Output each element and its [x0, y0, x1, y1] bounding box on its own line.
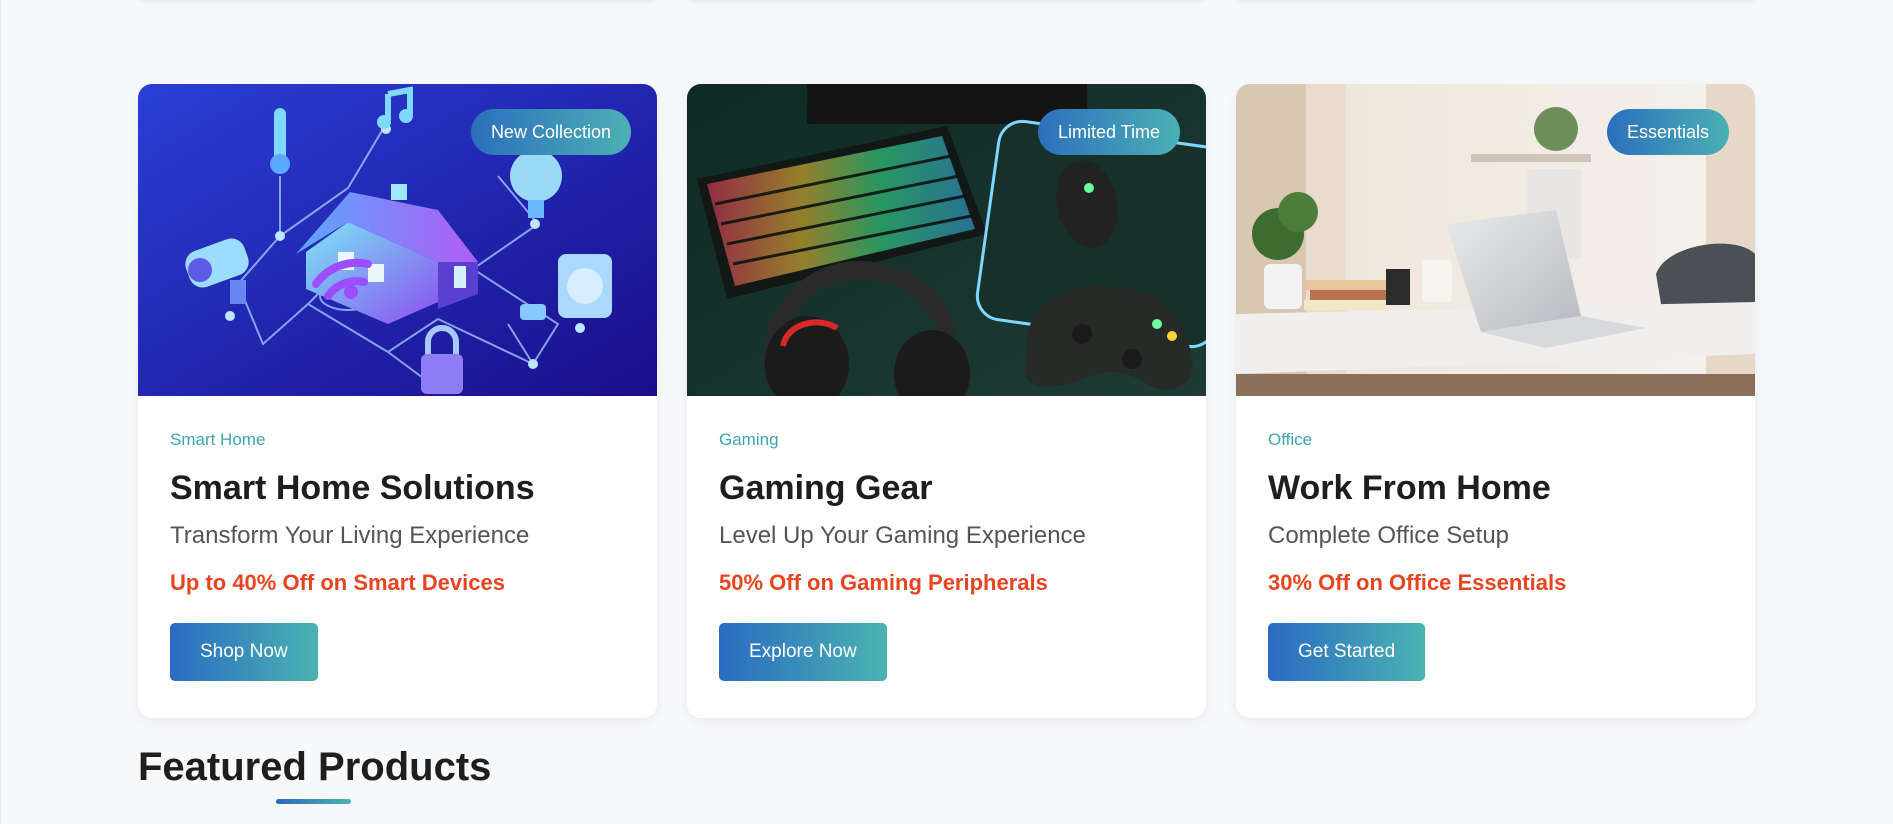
card-title[interactable]: Smart Home Solutions	[170, 468, 625, 508]
promo-card-grid: New Collection Smart Home Smart Home Sol…	[138, 84, 1757, 718]
card-offer: 50% Off on Gaming Peripherals	[719, 570, 1048, 595]
page-left-border	[0, 0, 1, 824]
card-subtitle: Level Up Your Gaming Experience	[719, 522, 1086, 549]
gaming-setup-photo[interactable]: Limited Time	[687, 84, 1206, 396]
card-offer: 30% Off on Office Essentials	[1268, 570, 1567, 595]
badge-limited-time: Limited Time	[1037, 109, 1180, 155]
explore-now-button[interactable]: Explore Now	[719, 623, 887, 681]
shop-now-button[interactable]: Shop Now	[170, 623, 318, 681]
card-body: Gaming Gaming Gear Level Up Your Gaming …	[687, 396, 1206, 713]
card-subtitle: Transform Your Living Experience	[170, 522, 530, 549]
badge-essentials: Essentials	[1606, 109, 1729, 155]
card-subtitle: Complete Office Setup	[1268, 522, 1510, 549]
home-office-photo[interactable]: Essentials	[1236, 84, 1755, 396]
promo-card-office[interactable]: Essentials Office Work From Home Complet…	[1236, 84, 1755, 718]
promo-section: New Collection Smart Home Smart Home Sol…	[138, 84, 1757, 718]
smart-home-illustration[interactable]: New Collection	[138, 84, 657, 396]
card-offer: Up to 40% Off on Smart Devices	[170, 570, 505, 595]
section-title-underline	[276, 799, 351, 804]
promo-card-smart-home[interactable]: New Collection Smart Home Smart Home Sol…	[138, 84, 657, 718]
get-started-button[interactable]: Get Started	[1268, 623, 1426, 681]
card-category: Office	[1268, 430, 1313, 449]
badge-new-collection: New Collection	[470, 109, 631, 155]
featured-products-heading: Featured Products	[138, 745, 492, 789]
card-category: Smart Home	[170, 430, 266, 449]
card-title[interactable]: Gaming Gear	[719, 468, 1174, 508]
card-body: Office Work From Home Complete Office Se…	[1236, 396, 1755, 713]
card-title[interactable]: Work From Home	[1268, 468, 1723, 508]
promo-card-gaming[interactable]: Limited Time Gaming Gaming Gear Level Up…	[687, 84, 1206, 718]
card-body: Smart Home Smart Home Solutions Transfor…	[138, 396, 657, 713]
card-category: Gaming	[719, 430, 779, 449]
